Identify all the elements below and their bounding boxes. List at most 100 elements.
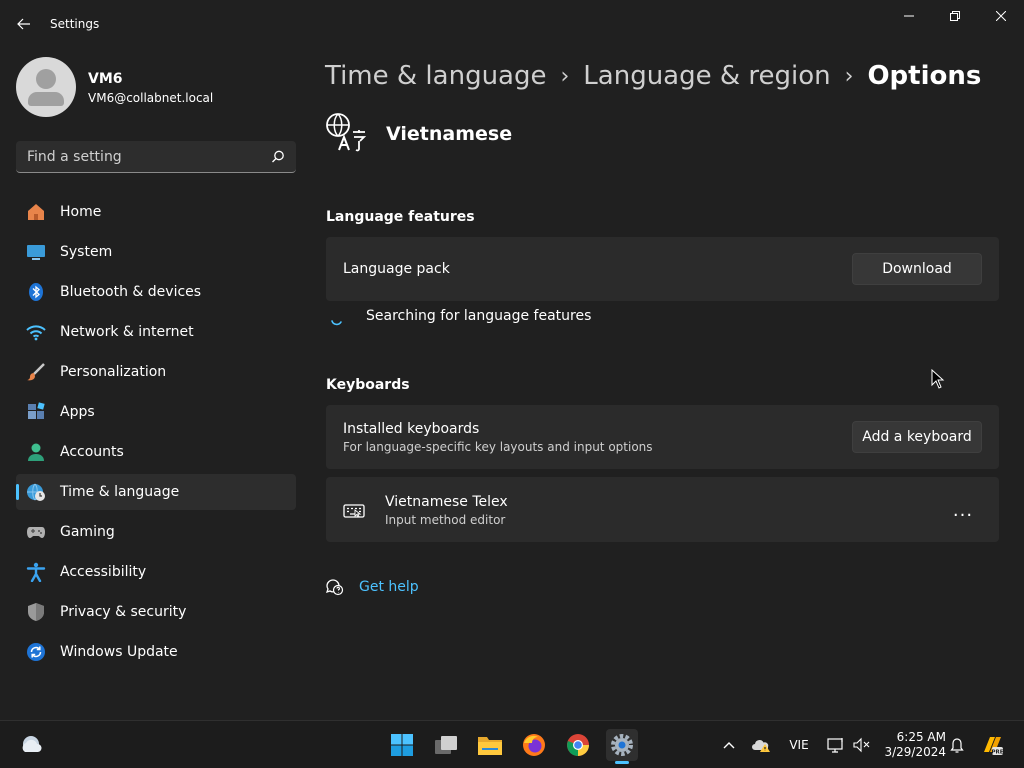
sidebar-item-label: Privacy & security: [60, 604, 187, 620]
sidebar-item-label: Personalization: [60, 364, 167, 380]
input-language-indicator[interactable]: VIE: [784, 733, 814, 757]
chevron-right-icon: ›: [844, 63, 854, 89]
search-box: [16, 141, 296, 173]
keyboard-name: Vietnamese Telex: [385, 494, 508, 510]
network-status[interactable]: [824, 733, 848, 757]
sidebar-item-label: System: [60, 244, 113, 260]
searching-status: Searching for language features: [326, 306, 726, 328]
task-view-button[interactable]: [430, 729, 462, 761]
minimize-button[interactable]: [886, 4, 932, 28]
copilot-button[interactable]: PRE: [978, 733, 1006, 757]
sidebar-item-network[interactable]: Network & internet: [16, 314, 296, 350]
start-button[interactable]: [386, 729, 418, 761]
installed-keyboards-label: Installed keyboards: [343, 421, 480, 437]
spinner-icon: [331, 320, 342, 326]
sidebar-item-personalization[interactable]: Personalization: [16, 354, 296, 390]
download-button[interactable]: Download: [852, 253, 982, 285]
avatar: [16, 57, 76, 117]
clock-time: 6:25 AM: [896, 730, 946, 744]
sidebar-item-accounts[interactable]: Accounts: [16, 434, 296, 470]
bluetooth-icon: [26, 282, 46, 302]
sidebar-item-gaming[interactable]: Gaming: [16, 514, 296, 550]
weather-widget[interactable]: [16, 729, 48, 761]
language-name: Vietnamese: [386, 123, 513, 145]
keyboard-icon: [343, 504, 365, 518]
language-features-heading: Language features: [326, 209, 475, 225]
sidebar-item-label: Network & internet: [60, 324, 194, 340]
notifications-button[interactable]: [946, 733, 968, 757]
maximize-button[interactable]: [932, 4, 978, 28]
volume-status[interactable]: [850, 733, 874, 757]
language-icon: [326, 113, 367, 152]
sidebar-item-apps[interactable]: Apps: [16, 394, 296, 430]
apps-icon: [26, 402, 46, 422]
arrow-left-icon: [17, 18, 30, 30]
onedrive-warning-icon: [752, 740, 770, 752]
bell-icon: [950, 738, 964, 753]
sidebar-item-accessibility[interactable]: Accessibility: [16, 554, 296, 590]
task-view-icon: [435, 736, 457, 754]
file-explorer-icon: [478, 737, 502, 755]
title-bar: Settings: [0, 0, 1024, 48]
get-help-link[interactable]: Get help: [359, 579, 419, 595]
back-button[interactable]: [12, 12, 36, 36]
firefox-icon: [523, 734, 545, 756]
brush-icon: [26, 362, 46, 382]
onedrive-status[interactable]: [750, 733, 774, 757]
minimize-icon: [904, 15, 914, 17]
volume-muted-icon: [853, 737, 870, 753]
app-title: Settings: [50, 17, 100, 31]
installed-keyboards-card: Installed keyboards For language-specifi…: [326, 405, 999, 469]
sidebar-item-privacy[interactable]: Privacy & security: [16, 594, 296, 630]
close-button[interactable]: [978, 4, 1024, 28]
chrome-button[interactable]: [562, 729, 594, 761]
user-name: VM6: [88, 71, 123, 87]
gamepad-icon: [26, 522, 46, 542]
breadcrumb: Time & language › Language & region › Op…: [325, 58, 981, 94]
keyboards-heading: Keyboards: [326, 377, 410, 393]
sidebar-item-label: Windows Update: [60, 644, 178, 660]
home-icon: [26, 202, 46, 222]
sidebar-item-label: Gaming: [60, 524, 115, 540]
user-profile[interactable]: VM6 VM6@collabnet.local: [16, 57, 296, 117]
sidebar-item-windows-update[interactable]: Windows Update: [16, 634, 296, 670]
search-icon[interactable]: [270, 149, 286, 165]
breadcrumb-language-region[interactable]: Language & region: [583, 61, 830, 91]
breadcrumb-time-language[interactable]: Time & language: [325, 61, 546, 91]
start-icon: [391, 734, 413, 756]
firefox-button[interactable]: [518, 729, 550, 761]
language-header: Vietnamese: [325, 112, 725, 152]
chevron-right-icon: ›: [560, 63, 570, 89]
sidebar-item-home[interactable]: Home: [16, 194, 296, 230]
sidebar-item-system[interactable]: System: [16, 234, 296, 270]
chrome-icon: [567, 734, 589, 756]
svg-text:PRE: PRE: [991, 749, 1003, 755]
search-input[interactable]: [16, 141, 262, 172]
add-keyboard-button[interactable]: Add a keyboard: [852, 421, 982, 453]
network-icon: [827, 738, 843, 753]
get-help[interactable]: Get help: [326, 576, 526, 598]
page-title: Options: [867, 61, 982, 91]
sidebar-item-bluetooth[interactable]: Bluetooth & devices: [16, 274, 296, 310]
sidebar-nav: Home System Bluetooth & devices Network …: [16, 194, 296, 674]
settings-button[interactable]: [606, 729, 638, 764]
settings-icon: [611, 734, 633, 756]
sidebar-item-label: Home: [60, 204, 102, 220]
sidebar-item-label: Bluetooth & devices: [60, 284, 202, 300]
show-hidden-icons-button[interactable]: [718, 733, 740, 757]
sidebar-item-label: Accessibility: [60, 564, 147, 580]
wifi-icon: [26, 322, 46, 342]
more-options-button[interactable]: ...: [947, 497, 979, 523]
keyboard-type: Input method editor: [385, 513, 506, 527]
mouse-cursor-icon: [931, 369, 945, 389]
file-explorer-button[interactable]: [474, 729, 506, 761]
close-icon: [996, 11, 1006, 21]
taskbar-clock[interactable]: 6:25 AM 3/29/2024: [880, 730, 946, 760]
searching-text: Searching for language features: [366, 308, 592, 324]
user-email: VM6@collabnet.local: [88, 91, 214, 105]
sidebar-item-time-language[interactable]: Time & language: [16, 474, 296, 510]
sidebar-item-label: Accounts: [60, 444, 124, 460]
system-icon: [26, 242, 46, 262]
keyboard-item-vietnamese-telex: Vietnamese Telex Input method editor ...: [326, 477, 999, 542]
maximize-icon: [950, 11, 960, 21]
